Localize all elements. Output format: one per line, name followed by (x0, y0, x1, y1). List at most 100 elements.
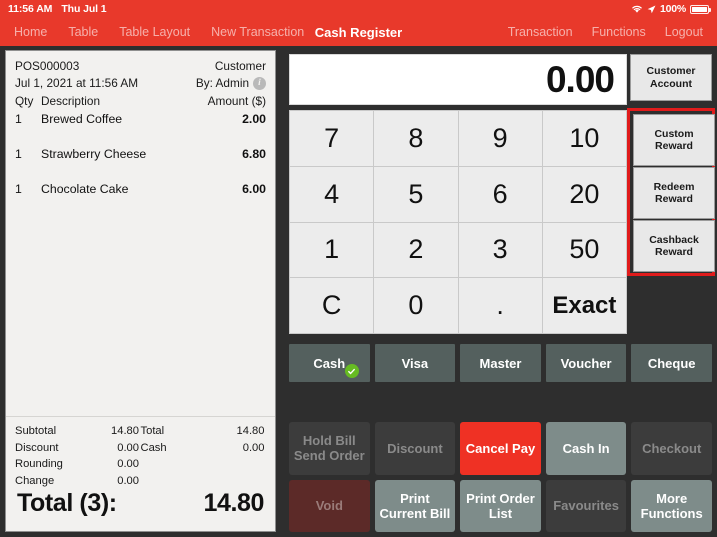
grand-total-value: 14.80 (203, 489, 264, 517)
key-decimal[interactable]: . (458, 278, 542, 333)
key-0[interactable]: 0 (374, 278, 458, 333)
list-item[interactable]: 1 Chocolate Cake 6.00 (15, 182, 266, 217)
key-50[interactable]: 50 (542, 222, 626, 278)
redeem-reward-button[interactable]: Redeem Reward (633, 167, 715, 219)
status-indicators: 100% (631, 3, 711, 15)
discount-button[interactable]: Discount (374, 422, 456, 475)
print-order-list-button[interactable]: Print Order List (460, 479, 541, 532)
item-description: Chocolate Cake (41, 182, 129, 196)
list-item[interactable]: 1 Strawberry Cheese 6.80 (15, 147, 266, 182)
receipt-customer-label[interactable]: Customer (215, 58, 266, 75)
cash-in-button[interactable]: Cash In (545, 422, 627, 475)
summary-value: 0.00 (117, 474, 139, 487)
action-button-grid: Hold Bill Send Order Discount Cancel Pay… (289, 422, 712, 532)
custom-reward-button[interactable]: Custom Reward (633, 114, 715, 166)
receipt-grand-total: Total (3): 14.80 (6, 489, 275, 531)
cashback-reward-button[interactable]: Cashback Reward (633, 220, 715, 272)
receipt-datetime: Jul 1, 2021 at 11:56 AM (15, 76, 139, 90)
payment-cash-button[interactable]: Cash (289, 344, 370, 382)
key-exact[interactable]: Exact (542, 278, 626, 333)
customer-account-line2: Account (649, 77, 692, 90)
payment-voucher-label: Voucher (560, 355, 612, 371)
summary-row-change: Change 0.00 (15, 473, 141, 490)
cashback-reward-line2: Reward (655, 246, 693, 258)
key-4[interactable]: 4 (290, 166, 374, 222)
key-2[interactable]: 2 (374, 222, 458, 278)
summary-label: Cash (140, 441, 167, 454)
key-8[interactable]: 8 (374, 111, 458, 166)
print-current-bill-button[interactable]: Print Current Bill (374, 479, 456, 532)
key-9[interactable]: 9 (458, 111, 542, 166)
payment-voucher-button[interactable]: Voucher (545, 344, 627, 382)
receipt-order-row: POS000003 Customer (15, 58, 266, 75)
payment-visa-button[interactable]: Visa (374, 344, 456, 382)
payment-cheque-label: Cheque (647, 355, 696, 371)
item-qty: 1 (15, 147, 22, 161)
info-icon[interactable]: i (253, 77, 266, 90)
checkout-button[interactable]: Checkout (631, 422, 712, 475)
column-header-amount: Amount ($) (207, 94, 266, 108)
right-button-column: Customer Account (630, 54, 712, 101)
receipt-cashier-label: By: Admin (195, 76, 249, 90)
list-item[interactable]: 1 Brewed Coffee 2.00 (15, 112, 266, 147)
payment-method-row: Cash Visa Master Voucher Cheque (289, 344, 712, 382)
hold-bill-line2: Send Order (293, 448, 365, 464)
nav-item-transaction[interactable]: Transaction (508, 25, 573, 39)
summary-value: 14.80 (236, 425, 265, 437)
key-20[interactable]: 20 (542, 166, 626, 222)
cash-in-label: Cash In (562, 440, 610, 456)
nav-item-logout[interactable]: Logout (665, 25, 703, 39)
discount-label: Discount (387, 440, 443, 456)
key-5[interactable]: 5 (374, 166, 458, 222)
item-amount: 6.00 (242, 182, 266, 196)
favourites-button[interactable]: Favourites (545, 479, 627, 532)
amount-display-value: 0.00 (545, 58, 615, 100)
status-date: Thu Jul 1 (61, 3, 107, 15)
nav-item-table-layout[interactable]: Table Layout (119, 25, 190, 39)
key-6[interactable]: 6 (458, 166, 542, 222)
payment-master-label: Master (479, 355, 522, 371)
receipt-header: POS000003 Customer Jul 1, 2021 at 11:56 … (6, 51, 275, 92)
checkout-label: Checkout (642, 440, 702, 456)
summary-label: Subtotal (15, 425, 57, 437)
key-10[interactable]: 10 (542, 111, 626, 166)
column-header-qty: Qty (15, 94, 34, 108)
item-qty: 1 (15, 182, 22, 196)
receipt-datetime-row: Jul 1, 2021 at 11:56 AM By: Admin i (15, 75, 266, 92)
summary-row-total: Total 14.80 (141, 423, 267, 440)
amount-display[interactable]: 0.00 (289, 54, 627, 105)
item-amount: 6.80 (242, 147, 266, 161)
nav-item-home[interactable]: Home (14, 25, 47, 39)
nav-item-table[interactable]: Table (68, 25, 98, 39)
payment-cheque-button[interactable]: Cheque (631, 344, 712, 382)
key-7[interactable]: 7 (290, 111, 374, 166)
receipt-order-number: POS000003 (15, 59, 80, 73)
summary-right-column: Total 14.80 Cash 0.00 (141, 423, 267, 489)
key-clear[interactable]: C (290, 278, 374, 333)
summary-label: Total (140, 425, 165, 437)
key-3[interactable]: 3 (458, 222, 542, 278)
payment-master-button[interactable]: Master (460, 344, 541, 382)
cancel-pay-label: Cancel Pay (465, 440, 536, 456)
status-bar: 11:56 AM Thu Jul 1 100% (0, 0, 717, 18)
more-functions-line1: More (656, 490, 688, 506)
nav-item-functions[interactable]: Functions (592, 25, 646, 39)
navigation-bar: Home Table Table Layout New Transaction … (0, 18, 717, 46)
summary-row-discount: Discount 0.00 (15, 440, 141, 457)
receipt-column-headers: Qty Description Amount ($) (6, 92, 275, 108)
more-functions-button[interactable]: More Functions (631, 479, 712, 532)
item-qty: 1 (15, 112, 22, 126)
hold-bill-send-order-button[interactable]: Hold Bill Send Order (289, 422, 370, 475)
grand-total-label: Total (3): (17, 489, 117, 517)
payment-cash-label: Cash (313, 355, 346, 371)
summary-label: Change (15, 474, 55, 487)
print-current-bill-line2: Current Bill (379, 505, 451, 521)
key-1[interactable]: 1 (290, 222, 374, 278)
cancel-pay-button[interactable]: Cancel Pay (460, 422, 541, 475)
customer-account-button[interactable]: Customer Account (630, 54, 712, 101)
void-button[interactable]: Void (289, 479, 370, 532)
nav-item-new-transaction[interactable]: New Transaction (211, 25, 304, 39)
summary-row-rounding: Rounding 0.00 (15, 456, 141, 473)
summary-label: Rounding (15, 458, 63, 470)
cashback-reward-line1: Cashback (649, 233, 699, 246)
